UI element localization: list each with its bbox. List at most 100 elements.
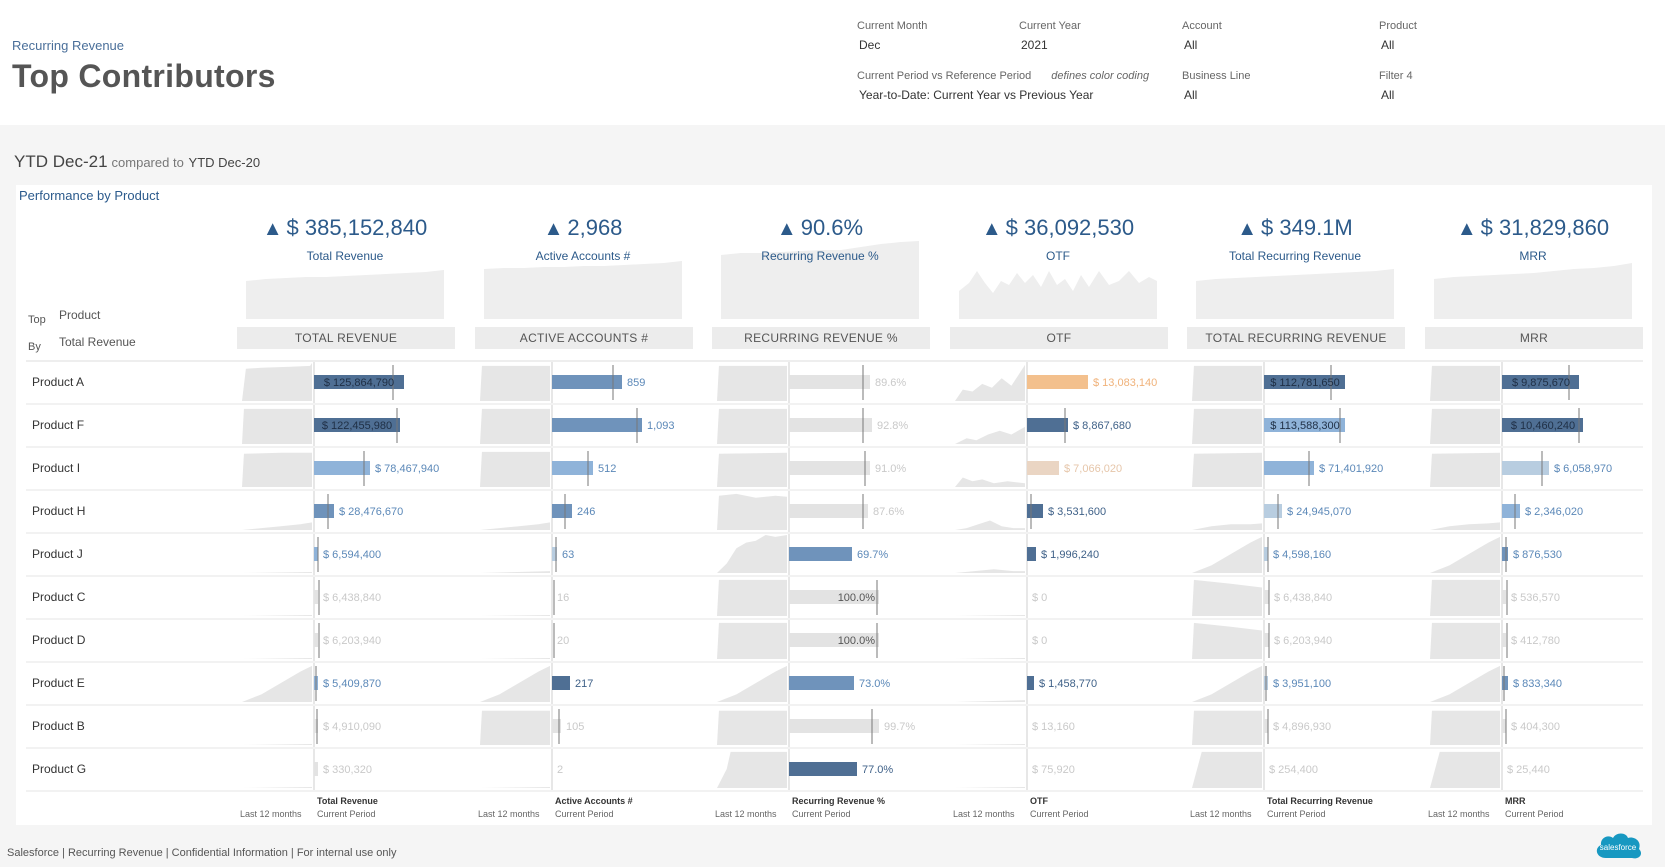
- bar: [314, 461, 370, 475]
- row-sparkline-area: [1192, 365, 1262, 401]
- footer-measure-title: MRR: [1505, 796, 1526, 806]
- salesforce-logo: salesforce: [1596, 833, 1642, 859]
- row-sparkline-area: [955, 700, 1025, 702]
- footer-measure-title: Recurring Revenue %: [792, 796, 886, 806]
- bar-label: $ 3,951,100: [1273, 678, 1331, 690]
- product-row-label[interactable]: Product D: [32, 633, 85, 647]
- bar: [552, 418, 642, 432]
- bar-label: 92.8%: [877, 420, 908, 432]
- bar-label: 77.0%: [862, 764, 893, 776]
- bar: [1502, 504, 1520, 518]
- product-row-label[interactable]: Product F: [32, 418, 84, 432]
- bar-label: 99.7%: [884, 721, 915, 733]
- row-sparkline-area: [480, 665, 550, 702]
- footer-measure-title: Total Revenue: [317, 796, 378, 806]
- bar: [1264, 633, 1269, 647]
- row-sparkline: [955, 426, 1025, 444]
- product-row-label[interactable]: Product H: [32, 504, 85, 518]
- bar: [314, 504, 334, 518]
- row-sparkline: [1192, 751, 1262, 788]
- row-sparkline: [480, 658, 550, 659]
- row-sparkline: [1430, 408, 1500, 444]
- bar: [1264, 504, 1282, 518]
- bar: [1502, 676, 1508, 690]
- bar: [1027, 375, 1088, 389]
- bar: [789, 375, 870, 389]
- row-sparkline: [717, 493, 787, 530]
- product-row-label[interactable]: Product B: [32, 719, 85, 733]
- row-sparkline: [242, 408, 312, 444]
- product-row-label[interactable]: Product J: [32, 547, 83, 561]
- row-sparkline-area: [480, 615, 550, 616]
- bar: [1027, 461, 1059, 475]
- row-sparkline-area: [717, 710, 787, 745]
- bar: [314, 547, 318, 561]
- bar-label: $ 876,530: [1513, 549, 1562, 561]
- bar-label: $ 536,570: [1511, 592, 1560, 604]
- bar: [789, 504, 868, 518]
- row-sparkline: [480, 710, 550, 745]
- row-sparkline-area: [1192, 751, 1262, 788]
- row-sparkline: [480, 408, 550, 444]
- bar-label: $ 122,455,980: [322, 420, 392, 432]
- footer-last12-label: Last 12 months: [240, 809, 302, 819]
- row-sparkline-area: [242, 787, 312, 788]
- row-sparkline: [1192, 452, 1262, 487]
- bar-label: $ 113,588,300: [1270, 420, 1340, 432]
- row-sparkline: [242, 572, 312, 573]
- row-sparkline: [1430, 710, 1500, 745]
- row-sparkline: [1192, 536, 1262, 573]
- bar-label: $ 7,066,020: [1064, 463, 1122, 475]
- row-sparkline-area: [717, 751, 787, 788]
- product-row-label[interactable]: Product A: [32, 375, 84, 389]
- bar-label: $ 6,203,940: [1274, 635, 1332, 647]
- bar-label: $ 71,401,920: [1319, 463, 1383, 475]
- row-sparkline: [242, 658, 312, 659]
- row-sparkline: [242, 744, 312, 745]
- product-row-label[interactable]: Product I: [32, 461, 80, 475]
- bar-label: 2: [557, 764, 563, 776]
- row-sparkline: [1430, 665, 1500, 702]
- row-sparkline-area: [1430, 522, 1500, 530]
- product-row-label[interactable]: Product C: [32, 590, 85, 604]
- row-sparkline: [955, 700, 1025, 702]
- row-sparkline-area: [480, 787, 550, 788]
- footer-last12-label: Last 12 months: [953, 809, 1015, 819]
- bar-label: $ 0: [1032, 635, 1047, 647]
- bar-label: $ 24,945,070: [1287, 506, 1351, 518]
- footer-last12-label: Last 12 months: [478, 809, 540, 819]
- row-sparkline: [955, 615, 1025, 616]
- row-sparkline-area: [717, 365, 787, 401]
- bar-label: 105: [566, 721, 584, 733]
- bar-label: $ 28,476,670: [339, 506, 403, 518]
- bar-label: $ 1,996,240: [1041, 549, 1099, 561]
- row-sparkline-area: [242, 522, 312, 530]
- row-sparkline-area: [717, 493, 787, 530]
- bar-label: $ 4,910,090: [323, 721, 381, 733]
- row-sparkline-area: [955, 477, 1025, 487]
- bar: [789, 676, 854, 690]
- row-sparkline: [717, 622, 787, 659]
- bar-label: $ 13,083,140: [1093, 377, 1157, 389]
- row-sparkline: [1430, 365, 1500, 401]
- row-sparkline-area: [955, 520, 1025, 530]
- row-sparkline-area: [1430, 452, 1500, 487]
- row-sparkline-area: [242, 572, 312, 573]
- product-row-label[interactable]: Product G: [32, 762, 86, 776]
- row-sparkline-area: [955, 787, 1025, 788]
- row-sparkline: [1430, 536, 1500, 573]
- row-sparkline: [480, 571, 550, 573]
- row-sparkline: [717, 452, 787, 487]
- bar: [552, 719, 561, 733]
- row-sparkline: [1192, 579, 1262, 616]
- bar: [789, 461, 870, 475]
- footer-last12-label: Last 12 months: [1428, 809, 1490, 819]
- bar-label: $ 9,875,670: [1512, 377, 1570, 389]
- bar: [1502, 633, 1506, 647]
- row-sparkline: [717, 535, 787, 573]
- product-row-label[interactable]: Product E: [32, 676, 85, 690]
- bar-label: $ 5,409,870: [323, 678, 381, 690]
- footer-current-period-label: Current Period: [317, 809, 376, 819]
- bar-label: $ 78,467,940: [375, 463, 439, 475]
- row-sparkline-area: [242, 363, 312, 401]
